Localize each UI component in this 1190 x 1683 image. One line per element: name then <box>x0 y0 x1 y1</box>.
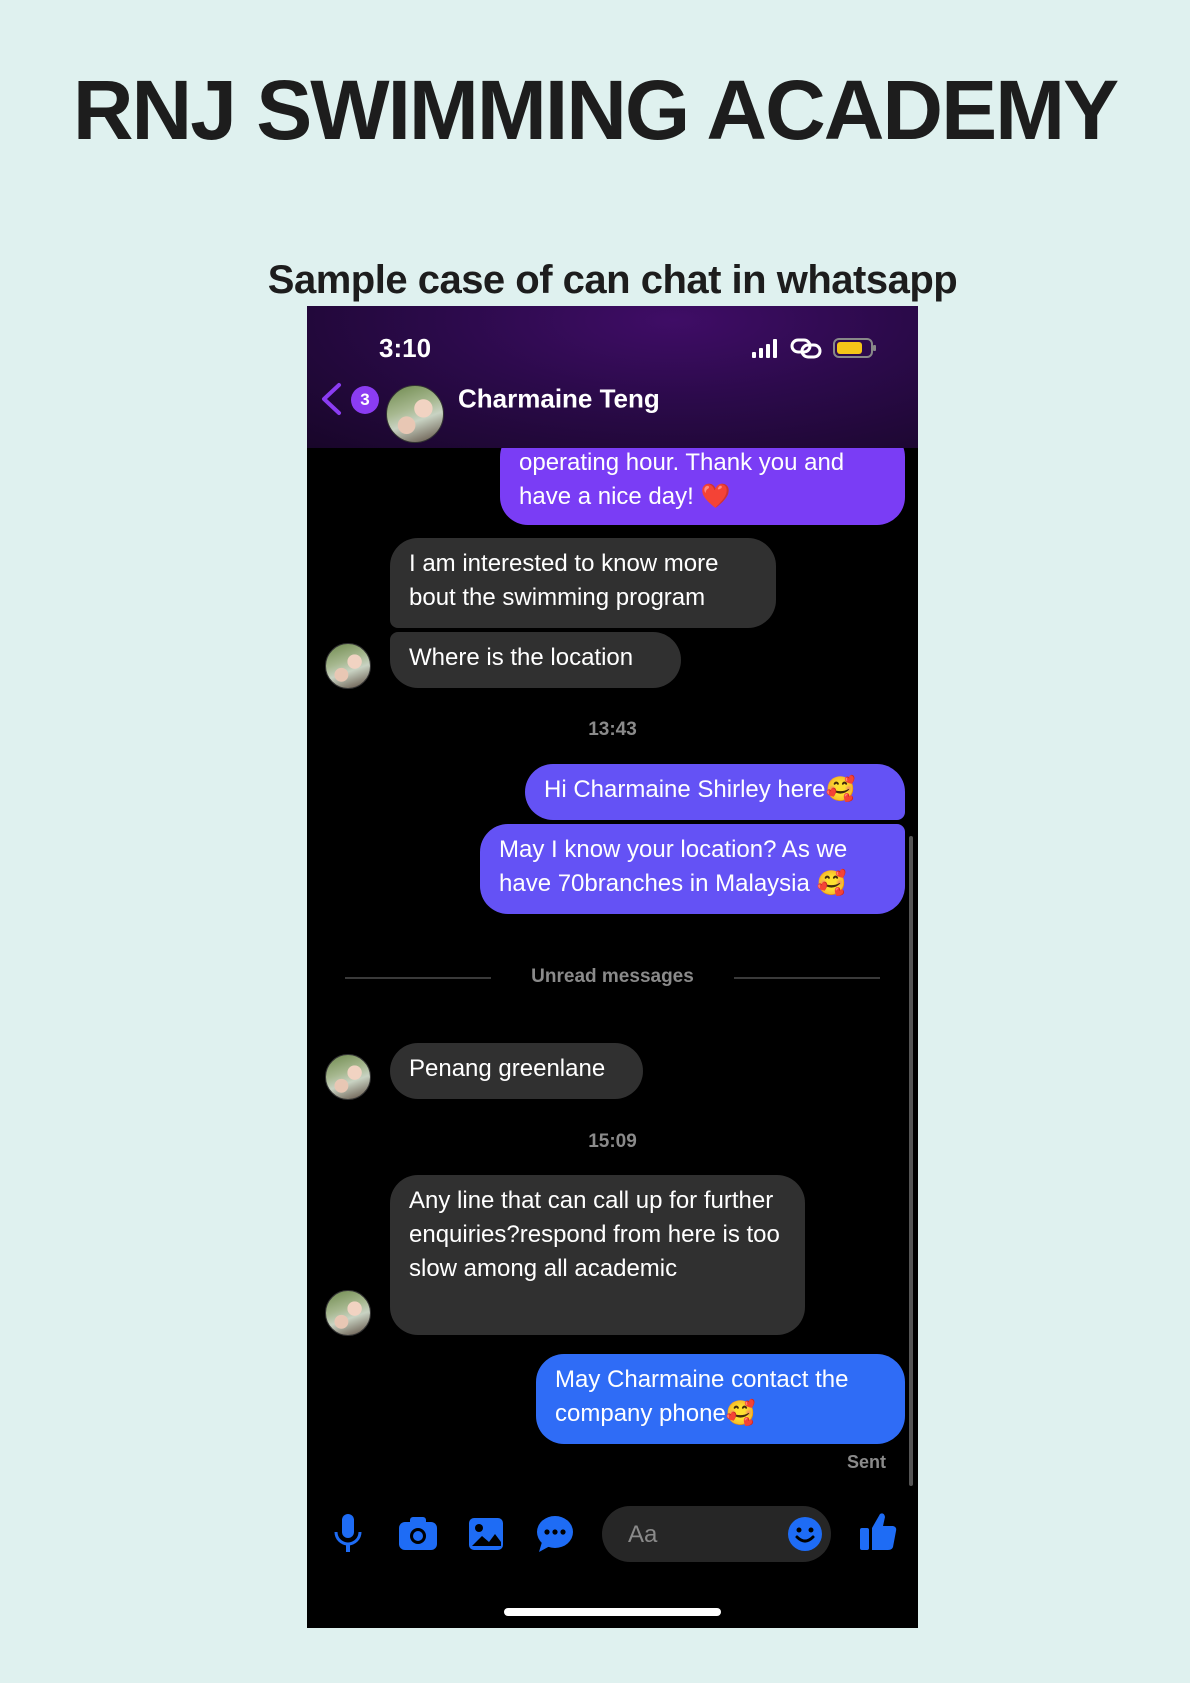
battery-icon <box>833 338 876 358</box>
page-title: RNJ SWIMMING ACADEMY <box>72 63 1119 157</box>
message-bubble-outgoing[interactable]: May Charmaine contact the company phone🥰 <box>536 1354 905 1444</box>
link-icon <box>790 338 822 359</box>
message-composer[interactable] <box>602 1506 831 1562</box>
chat-header: 3:10 3 Charmaine Teng <box>307 306 918 448</box>
unread-count-badge: 3 <box>351 386 379 414</box>
message-bubble-outgoing[interactable]: Hi Charmaine Shirley here🥰 <box>525 764 905 820</box>
message-text: May Charmaine contact the company phone🥰 <box>555 1366 849 1427</box>
signal-icon <box>752 338 876 359</box>
scrollbar[interactable] <box>909 836 913 1486</box>
contact-avatar[interactable] <box>325 643 371 689</box>
status-icons <box>752 336 878 360</box>
message-input[interactable] <box>626 1519 780 1551</box>
status-time: 3:10 <box>379 333 432 363</box>
home-indicator[interactable] <box>504 1608 721 1616</box>
message-text: Penang greenlane <box>409 1055 606 1082</box>
contact-avatar[interactable] <box>325 1054 371 1100</box>
message-bubble-outgoing[interactable]: May I know your location? As we have 70b… <box>480 824 905 914</box>
message-text: Hi Charmaine Shirley here🥰 <box>544 776 856 803</box>
message-bubble-incoming[interactable]: Penang greenlane <box>390 1043 643 1099</box>
gallery-icon[interactable] <box>467 1512 505 1556</box>
message-text: May I know your location? As we have 70b… <box>499 836 848 897</box>
message-timestamp: 15:09 <box>588 1131 637 1152</box>
message-text: Any line that can call up for further en… <box>409 1187 780 1282</box>
message-text: I am interested to know more bout the sw… <box>409 550 719 611</box>
phone-screenshot: operating hour. Thank you and have a nic… <box>307 306 918 1628</box>
message-bubble-incoming[interactable]: Where is the location <box>390 632 681 688</box>
camera-icon[interactable] <box>397 1512 439 1556</box>
chevron-left-icon <box>322 383 341 415</box>
message-timestamp: 13:43 <box>588 719 637 740</box>
contact-avatar[interactable] <box>386 385 444 443</box>
thumbs-up-icon[interactable] <box>858 1510 898 1554</box>
contact-name[interactable]: Charmaine Teng <box>458 384 660 415</box>
message-text: operating hour. Thank you and have a nic… <box>519 449 845 510</box>
chat-bubble-icon[interactable] <box>535 1512 575 1556</box>
back-button[interactable]: 3 <box>319 380 389 420</box>
delivery-status: Sent <box>846 1452 886 1472</box>
message-bubble-incoming[interactable]: Any line that can call up for further en… <box>390 1175 805 1335</box>
emoji-icon[interactable] <box>787 1516 823 1552</box>
message-text: Where is the location <box>409 644 634 671</box>
unread-divider-line-right <box>734 977 880 979</box>
message-bubble-incoming[interactable]: I am interested to know more bout the sw… <box>390 538 776 628</box>
page-subtitle: Sample case of can chat in whatsapp <box>267 258 958 302</box>
microphone-icon[interactable] <box>331 1512 365 1556</box>
contact-avatar[interactable] <box>325 1290 371 1336</box>
